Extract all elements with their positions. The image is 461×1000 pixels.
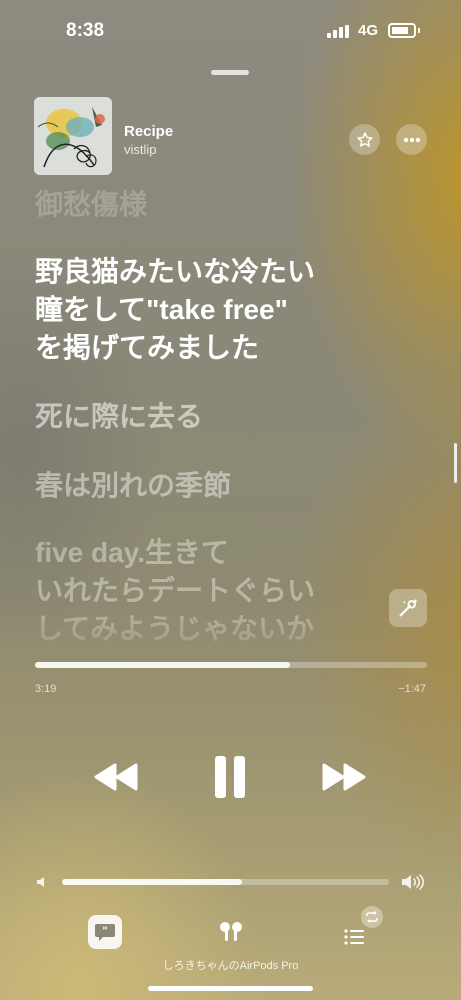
fast-forward-button[interactable] [320,755,368,799]
volume-high-icon [400,872,426,892]
network-type: 4G [358,22,379,39]
rewind-button[interactable] [92,755,140,799]
battery-tip [418,28,420,33]
star-icon [356,131,373,147]
elapsed-time: 3:19 [35,683,57,695]
battery-icon [388,23,416,38]
sing-icon [399,598,418,617]
lyric-line[interactable]: five day.生きて いれたらデートぐらい してみようじゃないか [35,534,315,648]
remaining-time: −1:47 [398,683,426,695]
more-button[interactable] [396,124,427,155]
lyric-line[interactable]: 御愁傷様 [35,186,147,224]
rewind-icon [94,763,138,791]
volume-low-icon [34,874,50,890]
song-title: Recipe [124,123,174,140]
more-icon [403,137,420,142]
fast-forward-icon [322,763,366,791]
airplay-button[interactable] [214,917,248,951]
favorite-button[interactable] [349,124,380,155]
lyric-line-active[interactable]: 野良猫みたいな冷たい 瞳をして"take free" を掲げてみました [35,253,315,367]
pause-button[interactable] [207,752,253,802]
volume-slider[interactable] [62,879,389,885]
sing-button[interactable] [389,589,427,627]
scroll-indicator[interactable] [454,443,457,483]
repeat-badge[interactable] [361,906,383,928]
status-bar: 8:38 4G [0,0,461,62]
lyrics-button[interactable]: " [88,915,122,949]
home-indicator[interactable] [148,986,313,991]
lyrics-icon: " [95,924,115,941]
repeat-icon [366,911,378,923]
playback-progress-fill [35,662,290,668]
signal-icon [327,25,351,38]
status-time: 8:38 [66,20,105,41]
lyric-line[interactable]: 死に際に去る [35,398,203,436]
album-artwork[interactable] [34,97,112,175]
pause-icon [215,756,245,798]
output-device-label: しろきちゃんのAirPods Pro [162,960,299,972]
airpods-icon [220,922,242,941]
song-artist[interactable]: vistlip [124,142,157,157]
playback-scrubber[interactable] [35,662,427,668]
lyric-line[interactable]: 春は別れの季節 [35,467,231,505]
volume-fill [62,879,242,885]
svg-text:": " [102,925,108,938]
sheet-grabber[interactable] [211,70,249,75]
